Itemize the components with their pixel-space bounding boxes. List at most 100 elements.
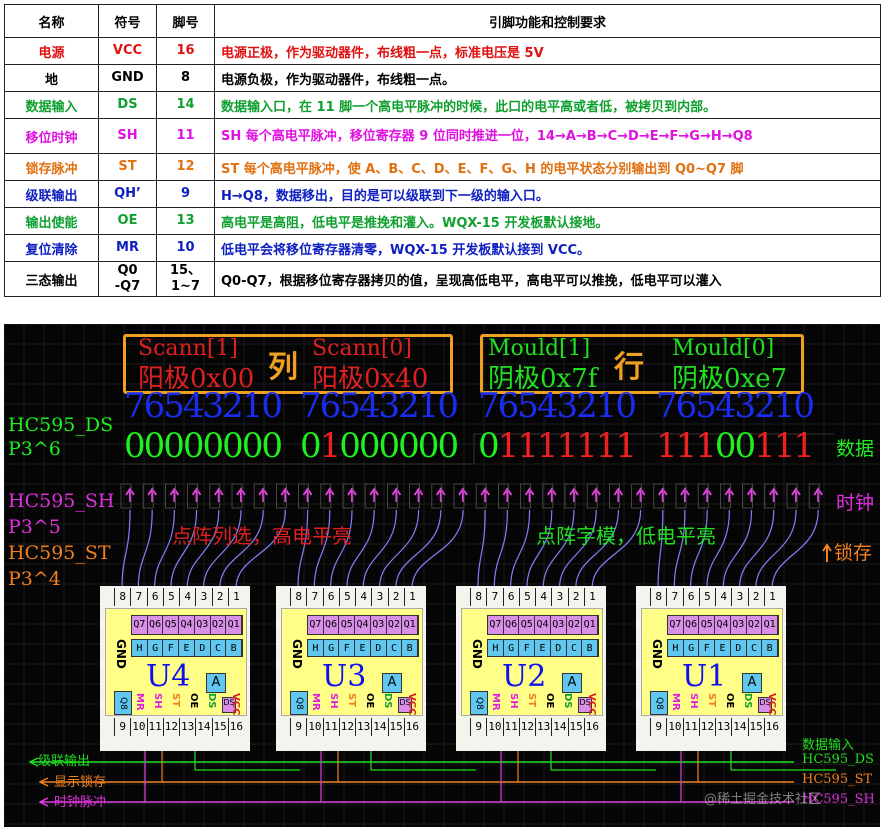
bit-label: F (339, 640, 356, 656)
q-label: Q4 (179, 616, 195, 634)
pin-label: MR (310, 693, 321, 711)
pin-number: 1 (227, 588, 244, 606)
shift-bits: HGFEDCB (487, 639, 599, 657)
a-bit-box: A (562, 673, 582, 693)
bit-label: C (387, 640, 403, 656)
fanout-wire (510, 509, 531, 589)
fanout-wire (493, 509, 508, 589)
bit-index-4: 76543210 (656, 386, 815, 426)
pin-label: ST (706, 693, 717, 708)
bit-label: F (163, 640, 180, 656)
label-hc595-ds: HC595_DS (8, 414, 114, 436)
pin-number: 12 (338, 718, 355, 736)
pin-number: 3 (195, 588, 211, 606)
gnd-label: GND (290, 639, 304, 669)
chip-pins-bottom: 9 10 11 12 13 14 15 16 (650, 718, 780, 736)
table-row: 移位时钟 SH 11 SH 每个高电平脉冲，移位寄存器 9 位同时推进一位，14→A→… (4, 118, 881, 154)
cell-pin: 8 (156, 64, 215, 92)
cell-pin: 12 (156, 153, 215, 181)
clock-arrow (191, 487, 202, 502)
clock-arrow (213, 487, 224, 502)
bit-label: C (211, 640, 227, 656)
column-mark: 列 (268, 350, 298, 385)
bit-label: G (684, 640, 700, 656)
pin-label: MR (490, 693, 501, 711)
bit-label: G (504, 640, 520, 656)
cell-pin: 10 (156, 234, 215, 262)
q-outputs: Q7 Q6 Q5 Q4 Q3 Q2 Q1 (131, 615, 243, 635)
fanout-wire (137, 509, 153, 589)
pin-number: 10 (130, 718, 146, 736)
pin-number: 11 (502, 718, 519, 736)
chip-name: U1 (682, 659, 727, 694)
header-pin: 脚号 (156, 4, 215, 38)
cell-name: 复位清除 (4, 234, 99, 262)
clock-arrow (591, 487, 602, 502)
pin-label: VCC (230, 693, 241, 716)
chip-pins-top: 87654321 (114, 588, 244, 606)
pin-number: 11 (322, 718, 339, 736)
pin-number: 3 (551, 588, 567, 606)
note-column-select: 点阵列选，高电平亮 (172, 524, 352, 548)
table-row: 复位清除 MR 10 低电平会将移位寄存器清零，WQX-15 开发板默认接到 VCC。 (4, 234, 881, 262)
cell-symbol: OE (98, 207, 157, 235)
cell-name: 级联输出 (4, 180, 99, 208)
cell-pin: 13 (156, 207, 215, 235)
q-label: Q7 (488, 616, 504, 634)
pin-label: SH (152, 693, 163, 709)
bit-label: H (668, 640, 684, 656)
q-outputs: Q7 Q6 Q5 Q4 Q3 Q2 Q1 (667, 615, 779, 635)
shift-bits: HGFEDCB (667, 639, 779, 657)
pin-label: ST (346, 693, 357, 708)
cell-symbol: Q0 -Q7 (98, 261, 157, 297)
cell-name: 移位时钟 (4, 118, 99, 154)
clock-arrow (347, 487, 357, 502)
table-row: 级联输出 QH’ 9 H→Q8，数据移出，目的是可以级联到下一级的输入口。 (4, 180, 881, 208)
pin-label: SH (508, 693, 519, 709)
clock-arrow (324, 487, 335, 502)
pin-number: 14 (731, 718, 747, 736)
chip-name: U3 (322, 659, 367, 694)
label-hc595-sh: HC595_SH (8, 490, 115, 512)
pin-number: 4 (179, 588, 195, 606)
cell-desc: 低电平会将移位寄存器清零，WQX-15 开发板默认接到 VCC。 (214, 234, 881, 262)
watermark: @稀土掘金技术社区 (704, 792, 822, 807)
cell-pin: 15、 1~7 (156, 261, 215, 297)
q-label: Q7 (308, 616, 324, 634)
clock-arrow (258, 487, 269, 502)
chip-pins-bottom: 9 10 11 12 13 14 15 16 (290, 718, 420, 736)
clock-arrow (680, 487, 690, 502)
pin-label: DS (562, 693, 573, 709)
pin-label: ST (170, 693, 181, 708)
chip-name: U4 (146, 659, 191, 694)
pin-label: MR (134, 693, 145, 711)
clock-arrow (280, 487, 291, 502)
fanout-wire (738, 509, 775, 589)
cell-desc: H→Q8，数据移出，目的是可以级联到下一级的输入口。 (214, 180, 881, 208)
gnd-label: GND (114, 639, 128, 669)
pin-number: 13 (355, 718, 371, 736)
gnd-label: GND (650, 639, 664, 669)
bit-label: D (731, 640, 747, 656)
clock-arrow (369, 487, 380, 502)
data-bits-2: 01000000 (300, 426, 459, 466)
q-label: Q1 (226, 616, 243, 634)
cell-symbol: ST (98, 153, 157, 181)
bit-label: D (195, 640, 211, 656)
cell-pin: 9 (156, 180, 215, 208)
clock-arrow (125, 487, 135, 502)
cell-desc: ST 每个高电平脉冲，使 A、B、C、D、E、F、G、H 的电平状态分别输出到 … (214, 153, 881, 181)
pin-number: 14 (195, 718, 211, 736)
pin-label: ST (526, 693, 537, 708)
pin-number: 8 (114, 588, 130, 606)
data-bits-4: 11100111 (656, 426, 815, 466)
bit-label: E (715, 640, 731, 656)
pin-label: VCC (406, 693, 417, 716)
clock-arrow (147, 487, 158, 502)
q-label: Q5 (699, 616, 716, 634)
clock-arrow (302, 487, 313, 502)
pin-label: MR (670, 693, 681, 711)
label-p34: P3^4 (8, 568, 61, 590)
pin-number: 6 (146, 588, 163, 606)
pin-number: 5 (338, 588, 355, 606)
